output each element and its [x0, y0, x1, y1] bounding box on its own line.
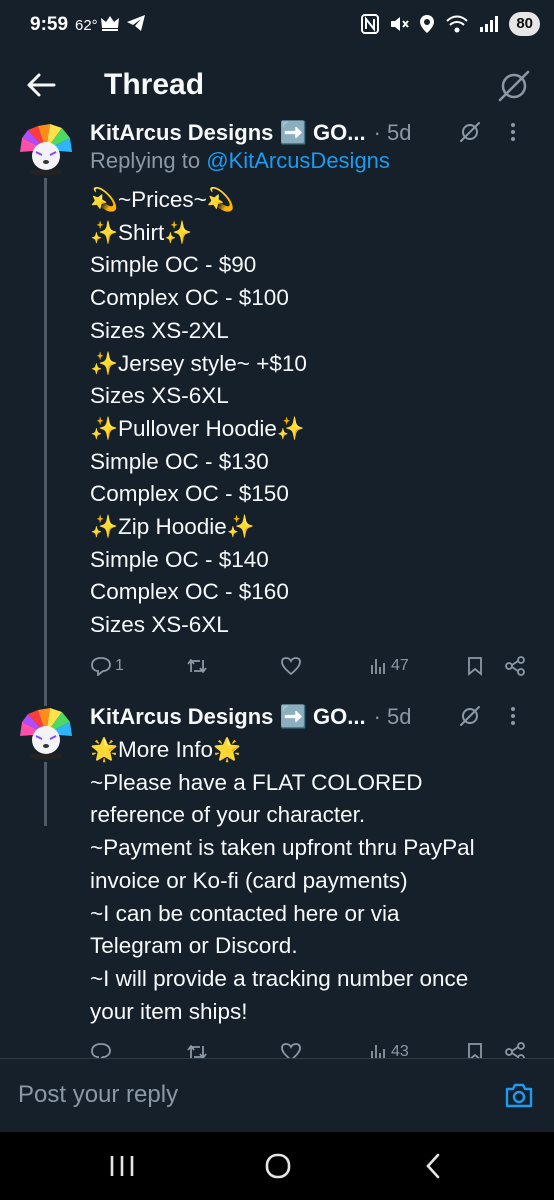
home-icon[interactable]: [260, 1150, 296, 1182]
like-button[interactable]: [280, 652, 302, 680]
tweet-line: your item ships!: [90, 998, 248, 1024]
telegram-icon: [127, 15, 145, 31]
reply-icon: [91, 657, 111, 676]
reply-button[interactable]: 1: [90, 652, 124, 680]
tweet-actions: 43: [90, 1038, 530, 1058]
tweet-line: ✨Pullover Hoodie✨: [90, 415, 305, 441]
more-options-icon[interactable]: [504, 702, 522, 730]
grok-icon[interactable]: [458, 704, 482, 728]
tweet-actions: 1 47: [90, 652, 530, 680]
more-options-icon[interactable]: [504, 118, 522, 146]
thread-feed: KitArcus Designs ➡️ GO... · 5d Replying …: [0, 118, 554, 1058]
tweet[interactable]: KitArcus Designs ➡️ GO... · 5d 🌟More Inf…: [0, 702, 554, 1058]
page-title: Thread: [104, 68, 205, 101]
views-icon: [371, 1045, 385, 1058]
tweet-line: ✨Jersey style~ +$10: [90, 350, 307, 376]
author-name[interactable]: KitArcus Designs ➡️ GO...: [90, 120, 366, 146]
tweet-time[interactable]: · 5d: [374, 120, 412, 146]
bookmark-icon: [468, 1043, 482, 1058]
crown-icon: [101, 16, 119, 31]
avatar[interactable]: [18, 122, 74, 178]
tweet-line: ~I will provide a tracking number once: [90, 965, 469, 991]
author-name[interactable]: KitArcus Designs ➡️ GO...: [90, 704, 366, 730]
tweet-text: 💫~Prices~💫 ✨Shirt✨ Simple OC - $90 Compl…: [90, 184, 540, 642]
wifi-icon: [446, 15, 469, 33]
share-icon: [505, 1042, 525, 1058]
avatar-image: [18, 706, 74, 762]
share-icon: [505, 656, 525, 676]
tweet-line: Sizes XS-2XL: [90, 317, 229, 343]
repost-icon: [187, 1045, 207, 1058]
tweet-line: Telegram or Discord.: [90, 933, 298, 959]
tweet-time[interactable]: · 5d: [374, 704, 412, 730]
repost-button[interactable]: [186, 652, 208, 680]
camera-icon[interactable]: [504, 1081, 534, 1109]
mute-icon: [391, 17, 410, 31]
like-button[interactable]: [280, 1038, 302, 1058]
tweet-text: 🌟More Info🌟 ~Please have a FLAT COLORED …: [90, 734, 540, 1028]
grok-icon[interactable]: [458, 120, 482, 144]
status-bar: 9:59 62° 80: [0, 0, 554, 52]
tweet-line: Sizes XS-6XL: [90, 612, 229, 638]
avatar-image: [18, 122, 74, 178]
signal-icon: [480, 16, 499, 32]
replying-handle-link[interactable]: @KitArcusDesigns: [206, 148, 390, 173]
back-arrow-icon[interactable]: [24, 68, 58, 102]
back-nav-icon[interactable]: [416, 1150, 452, 1182]
recent-apps-icon[interactable]: [104, 1150, 140, 1182]
tweet-line: Complex OC - $150: [90, 481, 289, 507]
tweet-line: ✨Zip Hoodie✨: [90, 514, 255, 540]
tweet-line: Sizes XS-6XL: [90, 383, 229, 409]
reply-button[interactable]: [90, 1038, 112, 1058]
reply-icon: [91, 1043, 111, 1058]
tweet-line: Complex OC - $100: [90, 285, 289, 311]
system-nav-bar: [0, 1132, 554, 1200]
share-button[interactable]: [504, 1038, 526, 1058]
repost-button[interactable]: [186, 1038, 208, 1058]
battery-indicator: 80: [509, 12, 540, 36]
tweet-line: 💫~Prices~💫: [90, 187, 235, 212]
reply-count: 1: [115, 657, 124, 674]
view-count: 47: [391, 657, 409, 674]
bookmark-button[interactable]: [466, 1038, 484, 1058]
tweet-line: invoice or Ko-fi (card payments): [90, 867, 408, 893]
tweet[interactable]: KitArcus Designs ➡️ GO... · 5d Replying …: [0, 118, 554, 698]
bookmark-icon: [468, 657, 482, 676]
heart-icon: [281, 1043, 301, 1058]
tweet-line: 🌟More Info🌟: [90, 737, 242, 762]
replying-to: Replying to @KitArcusDesigns: [90, 148, 390, 173]
tweet-line: reference of your character.: [90, 802, 366, 828]
tweet-line: Simple OC - $140: [90, 546, 269, 572]
tweet-line: ✨Shirt✨: [90, 219, 193, 245]
nfc-icon: [361, 14, 380, 34]
reply-bar: Post your reply: [0, 1058, 554, 1132]
reply-input[interactable]: Post your reply: [18, 1081, 178, 1109]
heart-icon: [281, 657, 301, 676]
views-icon: [371, 659, 385, 674]
top-bar: Thread: [0, 52, 554, 120]
tweet-line: ~Payment is taken upfront thru PayPal: [90, 835, 475, 861]
view-count: 43: [391, 1043, 409, 1058]
tweet-line: ~Please have a FLAT COLORED: [90, 769, 423, 795]
views-button[interactable]: 47: [370, 652, 409, 680]
views-button[interactable]: 43: [370, 1038, 409, 1058]
status-temperature: 62°: [75, 17, 98, 34]
location-icon: [420, 15, 435, 33]
status-time: 9:59: [30, 14, 69, 35]
bookmark-button[interactable]: [466, 652, 484, 680]
tweet-line: Simple OC - $130: [90, 448, 269, 474]
tweet-line: Complex OC - $160: [90, 579, 289, 605]
repost-icon: [187, 659, 207, 673]
grok-icon[interactable]: [496, 68, 532, 104]
tweet-line: ~I can be contacted here or via: [90, 900, 400, 926]
share-button[interactable]: [504, 652, 526, 680]
tweet-line: Simple OC - $90: [90, 252, 257, 278]
avatar[interactable]: [18, 706, 74, 762]
